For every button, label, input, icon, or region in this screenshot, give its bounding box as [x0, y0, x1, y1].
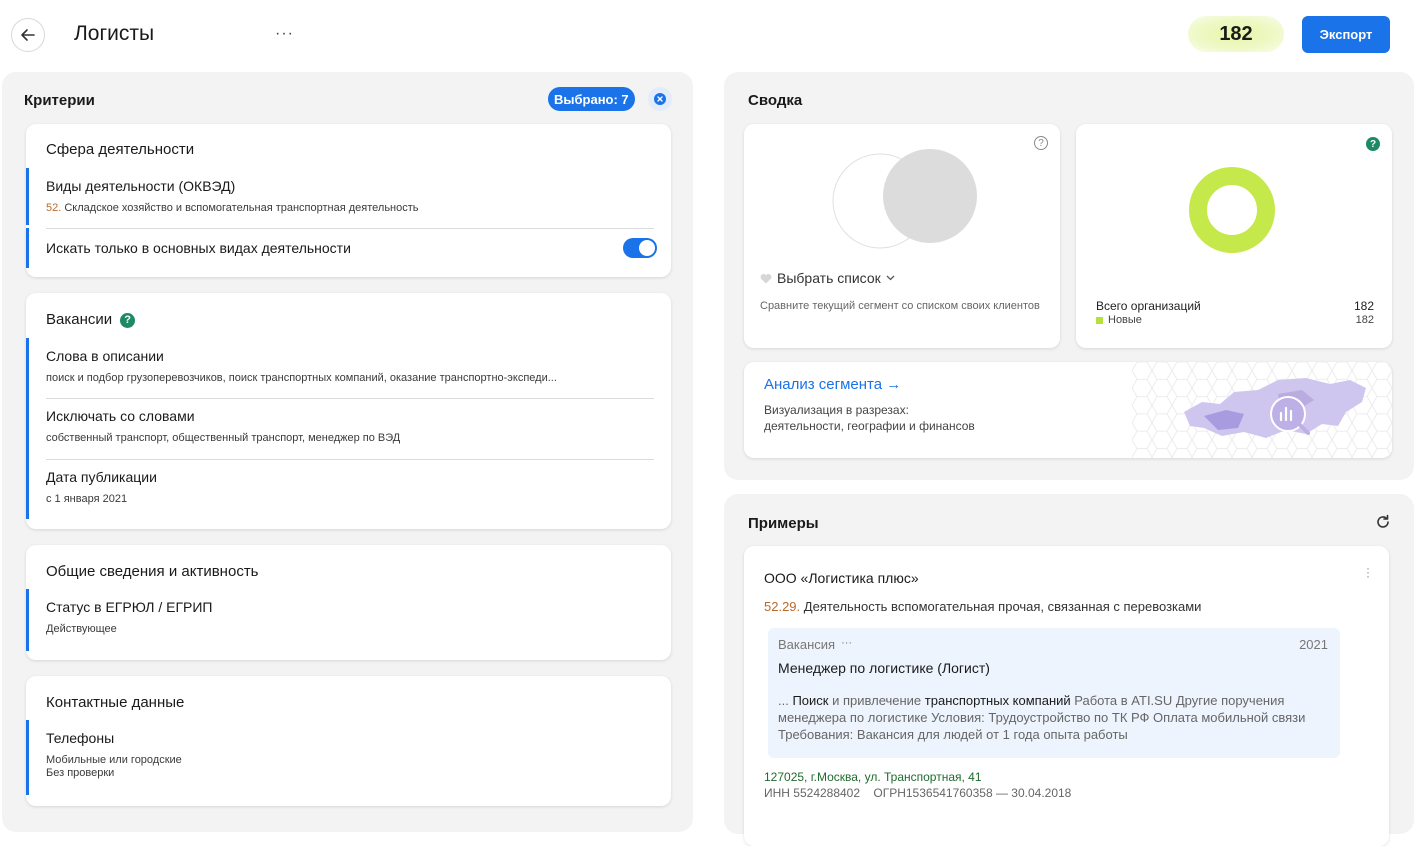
select-list-label: Выбрать список	[777, 270, 881, 286]
vacancy-text: ... Поиск и привлечение транспортных ком…	[778, 692, 1338, 743]
description-words-value: поиск и подбор грузоперевозчиков, поиск …	[46, 372, 557, 384]
new-orgs-value: 182	[1355, 314, 1374, 326]
select-list-dropdown[interactable]: Выбрать список	[760, 270, 895, 286]
publication-date-title: Дата публикации	[46, 469, 157, 485]
page-title: Логисты	[74, 22, 155, 45]
help-icon[interactable]: ?	[1366, 137, 1380, 151]
totals-card: ? Всего организаций 182 Новые 182	[1076, 124, 1392, 348]
activity-card: Сфера деятельности Виды деятельности (ОК…	[26, 124, 671, 277]
description-words-title: Слова в описании	[46, 348, 164, 364]
snippet-part: и привлечение	[828, 693, 925, 708]
vacancy-header: Вакансия ···	[778, 637, 852, 652]
okved-criterion[interactable]: Виды деятельности (ОКВЭД) 52. Складское …	[26, 168, 654, 225]
company-more-button[interactable]: · · ·	[1366, 562, 1370, 582]
back-button[interactable]	[11, 18, 45, 52]
arrow-left-icon	[21, 29, 35, 41]
main-activity-only-criterion: Искать только в основных видах деятельно…	[26, 228, 654, 268]
exclude-words-title: Исключать со словами	[46, 408, 195, 424]
phones-value-line1: Мобильные или городские	[46, 754, 182, 766]
toggle-knob	[639, 240, 655, 256]
summary-panel: Сводка ? Выбрать список Сравните текущий…	[724, 72, 1414, 480]
exclude-words-value: собственный транспорт, общественный тран…	[46, 432, 401, 444]
snippet-highlight: транспортных компаний	[924, 693, 1071, 708]
contacts-card: Контактные данные Телефоны Мобильные или…	[26, 676, 671, 806]
new-orgs-label: Новые	[1108, 314, 1142, 326]
company-ids: ИНН 5524288402 ОГРН1536541760358 — 30.04…	[764, 786, 1072, 800]
total-orgs-label: Всего организаций	[1096, 299, 1201, 313]
compare-list-card: ? Выбрать список Сравните текущий сегмен…	[744, 124, 1060, 348]
segment-analysis-link[interactable]: Анализ сегмента →	[764, 376, 901, 393]
total-orgs-value: 182	[1353, 299, 1374, 313]
vacancy-snippet[interactable]: Вакансия ··· 2021 Менеджер по логистике …	[768, 628, 1340, 758]
registry-status-criterion[interactable]: Статус в ЕГРЮЛ / ЕГРИП Действующее	[26, 589, 654, 651]
okved-title: Виды деятельности (ОКВЭД)	[46, 178, 236, 194]
segment-analysis-card[interactable]: Анализ сегмента → Визуализация в разреза…	[744, 362, 1392, 458]
close-circle-icon	[654, 93, 666, 105]
exclude-words-criterion[interactable]: Исключать со словами собственный транспо…	[26, 398, 654, 459]
summary-title: Сводка	[748, 92, 803, 109]
criteria-panel: Критерии Выбрано: 7 Сфера деятельности В…	[2, 72, 693, 832]
donut-chart	[1189, 167, 1275, 253]
new-orgs-row: Новые	[1096, 314, 1142, 326]
examples-panel: Примеры ООО «Логистика плюс» · · · 52.29. …	[724, 494, 1414, 846]
snippet-highlight: Поиск	[792, 693, 829, 708]
segment-analysis-desc-line2: деятельности, географии и финансов	[764, 419, 975, 433]
examples-title: Примеры	[748, 515, 819, 532]
description-words-criterion[interactable]: Слова в описании поиск и подбор грузопер…	[26, 338, 654, 398]
criteria-title: Критерии	[24, 92, 95, 109]
contacts-card-title: Контактные данные	[46, 694, 185, 711]
chevron-down-icon	[886, 275, 895, 281]
phones-title: Телефоны	[46, 730, 115, 746]
vacancies-card-title: Вакансии	[46, 311, 113, 328]
vacancy-title: Менеджер по логистике (Логист)	[778, 660, 990, 676]
more-options-button[interactable]: ···	[275, 25, 294, 43]
okved-text: Складское хозяйство и вспомогательная тр…	[61, 202, 419, 214]
vacancy-year: 2021	[1299, 637, 1328, 652]
refresh-icon[interactable]	[1375, 514, 1391, 530]
new-legend-swatch	[1096, 316, 1103, 324]
vacancies-card-title-row: Вакансии?	[46, 311, 136, 328]
phones-criterion[interactable]: Телефоны Мобильные или городские Без про…	[26, 720, 654, 795]
company-okved-text: Деятельность вспомогательная прочая, свя…	[800, 599, 1202, 614]
activity-card-title: Сфера деятельности	[46, 141, 195, 158]
main-activity-only-label: Искать только в основных видах деятельно…	[46, 240, 351, 256]
vacancies-card: Вакансии? Слова в описании поиск и подбо…	[26, 293, 671, 529]
phones-value-line2: Без проверки	[46, 767, 115, 779]
company-name[interactable]: ООО «Логистика плюс»	[764, 570, 919, 586]
selected-count-chip[interactable]: Выбрано: 7	[548, 87, 635, 111]
company-okved: 52.29. Деятельность вспомогательная проч…	[764, 599, 1201, 614]
registry-status-title: Статус в ЕГРЮЛ / ЕГРИП	[46, 599, 213, 615]
general-info-card: Общие сведения и активность Статус в ЕГР…	[26, 545, 671, 660]
main-activity-only-toggle[interactable]	[623, 238, 657, 258]
okved-value: 52. Складское хозяйство и вспомогательна…	[46, 202, 654, 215]
general-info-card-title: Общие сведения и активность	[46, 563, 259, 580]
company-okved-code: 52.29.	[764, 599, 801, 614]
snippet-part: ...	[778, 693, 793, 708]
compare-description: Сравните текущий сегмент со списком свои…	[760, 300, 1040, 312]
segment-analysis-desc-line1: Визуализация в разрезах:	[764, 403, 909, 417]
export-button[interactable]: Экспорт	[1302, 16, 1390, 53]
help-icon[interactable]: ?	[1034, 136, 1048, 150]
company-address: 127025, г.Москва, ул. Транспортная, 41	[764, 770, 982, 784]
vacancy-more-icon[interactable]: ···	[841, 637, 852, 652]
russia-map-illustration	[1184, 378, 1366, 438]
help-icon[interactable]: ?	[120, 312, 136, 328]
vacancy-label: Вакансия	[778, 637, 836, 652]
registry-status-value: Действующее	[46, 623, 117, 635]
publication-date-value: с 1 января 2021	[46, 493, 128, 505]
publication-date-criterion[interactable]: Дата публикации с 1 января 2021	[26, 459, 654, 519]
clear-selection-button[interactable]	[648, 87, 672, 111]
top-bar: Логисты ··· 182 Экспорт	[0, 0, 1418, 70]
example-company-card[interactable]: ООО «Логистика плюс» · · · 52.29. Деятельн…	[744, 546, 1389, 846]
venn-diagram-icon	[832, 149, 977, 249]
heart-icon	[760, 273, 772, 283]
results-count: 182	[1188, 16, 1284, 52]
okved-code: 52.	[46, 202, 62, 214]
